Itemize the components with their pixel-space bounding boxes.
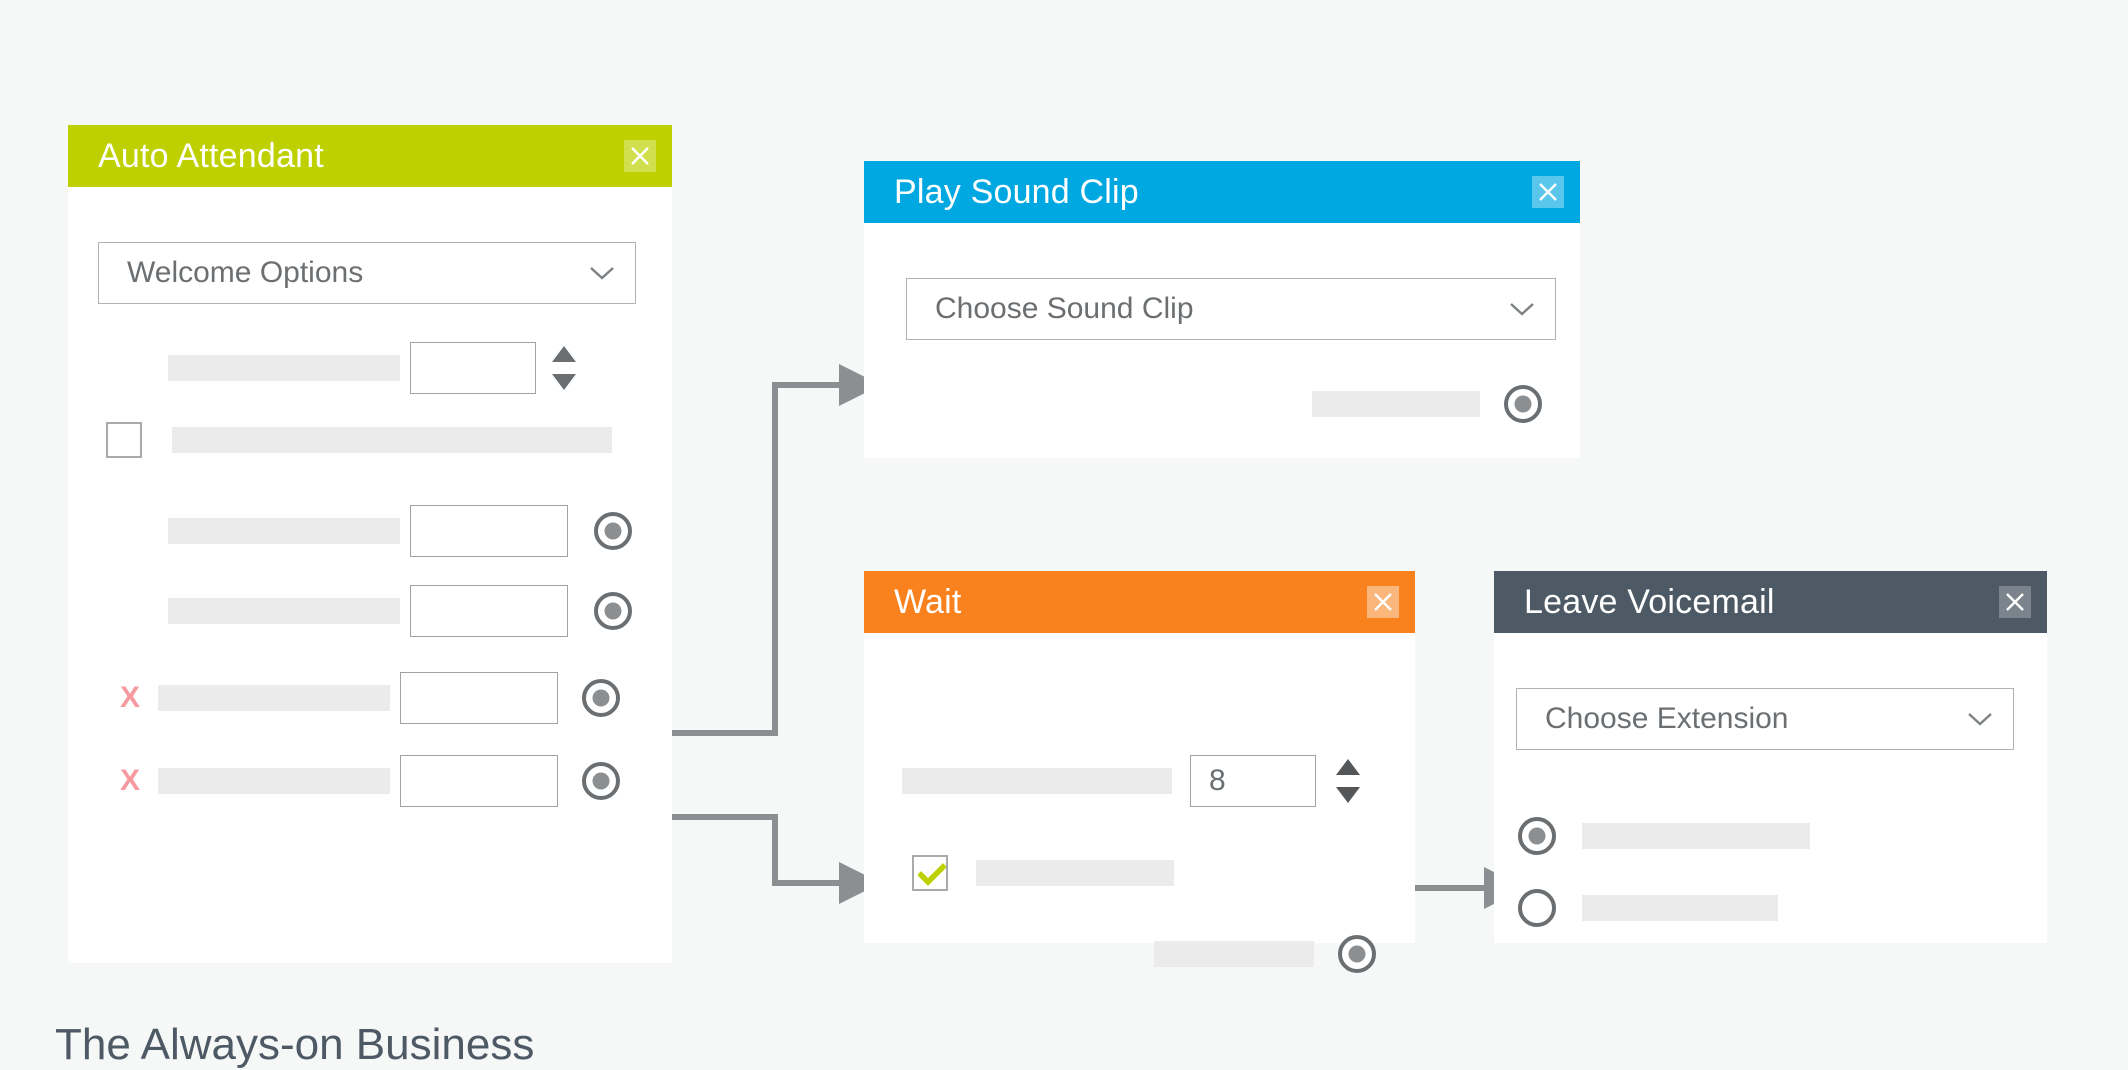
wait-output-radio[interactable] <box>1336 933 1378 975</box>
chevron-down-icon <box>1510 303 1534 316</box>
wait-output-row <box>1154 933 1378 975</box>
close-icon[interactable] <box>624 140 656 172</box>
card-play-sound-clip: Play Sound Clip Choose Sound Clip <box>864 161 1580 458</box>
chevron-down-icon <box>590 267 614 280</box>
card-wait: Wait 8 <box>864 571 1415 973</box>
play-sound-clip-output-placeholder <box>1312 391 1480 417</box>
leave-voicemail-header: Leave Voicemail <box>1494 571 2047 633</box>
row-3-input[interactable] <box>410 505 568 557</box>
leave-voicemail-option-1[interactable] <box>1516 815 1810 857</box>
wait-header: Wait <box>864 571 1415 633</box>
play-sound-clip-output-radio[interactable] <box>1502 383 1544 425</box>
flow-canvas: Auto Attendant Welcome Options X X Play … <box>0 0 2128 1069</box>
row-1-label-placeholder <box>168 355 400 381</box>
close-icon[interactable] <box>1999 586 2031 618</box>
row-4-label-placeholder <box>168 598 400 624</box>
leave-voicemail-option-2-radio[interactable] <box>1516 887 1558 929</box>
play-sound-clip-title: Play Sound Clip <box>894 173 1139 211</box>
row-5-radio[interactable] <box>580 677 622 719</box>
wait-duration-value: 8 <box>1209 764 1226 797</box>
welcome-options-value: Welcome Options <box>127 256 364 289</box>
leave-voicemail-title: Leave Voicemail <box>1524 583 1775 621</box>
row-6-radio[interactable] <box>580 760 622 802</box>
connector-aa-to-wait <box>648 814 881 904</box>
card-leave-voicemail: Leave Voicemail Choose Extension <box>1494 571 2047 943</box>
wait-duration-row: 8 <box>902 755 1362 807</box>
auto-attendant-row-1 <box>168 342 638 394</box>
row-2-checkbox[interactable] <box>106 422 142 458</box>
wait-output-placeholder <box>1154 941 1314 967</box>
wait-checkbox-row <box>912 855 1174 891</box>
card-auto-attendant: Auto Attendant Welcome Options X X <box>68 125 672 963</box>
wait-title: Wait <box>894 583 962 621</box>
row-4-radio[interactable] <box>592 590 634 632</box>
row-1-input[interactable] <box>410 342 536 394</box>
row-1-stepper[interactable] <box>550 344 578 392</box>
choose-sound-clip-dropdown[interactable]: Choose Sound Clip <box>906 278 1556 340</box>
bottom-caption: The Always-on Business <box>55 1020 535 1069</box>
row-3-radio[interactable] <box>592 510 634 552</box>
close-icon[interactable] <box>1367 586 1399 618</box>
wait-duration-label-placeholder <box>902 768 1172 794</box>
wait-duration-input[interactable]: 8 <box>1190 755 1316 807</box>
close-icon[interactable] <box>1532 176 1564 208</box>
row-2-label-placeholder <box>172 427 612 453</box>
auto-attendant-row-6: X <box>120 755 670 807</box>
wait-duration-stepper[interactable] <box>1334 757 1362 805</box>
connector-aa-to-play-sound-clip <box>648 364 881 736</box>
auto-attendant-row-5: X <box>120 672 670 724</box>
choose-extension-value: Choose Extension <box>1545 702 1789 735</box>
welcome-options-dropdown[interactable]: Welcome Options <box>98 242 636 304</box>
row-4-input[interactable] <box>410 585 568 637</box>
row-5-input[interactable] <box>400 672 559 724</box>
row-6-delete-icon[interactable]: X <box>120 766 140 796</box>
row-3-label-placeholder <box>168 518 400 544</box>
row-6-input[interactable] <box>400 755 559 807</box>
wait-checkbox[interactable] <box>912 855 948 891</box>
leave-voicemail-option-2-placeholder <box>1582 895 1778 921</box>
auto-attendant-row-2 <box>106 422 646 458</box>
chevron-down-icon <box>1968 713 1992 726</box>
auto-attendant-row-3 <box>168 505 668 557</box>
check-icon <box>918 863 946 886</box>
play-sound-clip-output-row <box>1312 383 1544 425</box>
row-5-delete-icon[interactable]: X <box>120 683 140 713</box>
auto-attendant-row-4 <box>168 585 668 637</box>
choose-sound-clip-value: Choose Sound Clip <box>935 292 1194 325</box>
choose-extension-dropdown[interactable]: Choose Extension <box>1516 688 2014 750</box>
auto-attendant-header: Auto Attendant <box>68 125 672 187</box>
wait-checkbox-label-placeholder <box>976 860 1174 886</box>
auto-attendant-title: Auto Attendant <box>98 137 324 175</box>
play-sound-clip-header: Play Sound Clip <box>864 161 1580 223</box>
leave-voicemail-option-1-radio[interactable] <box>1516 815 1558 857</box>
leave-voicemail-option-1-placeholder <box>1582 823 1810 849</box>
row-5-label-placeholder <box>158 685 391 711</box>
leave-voicemail-option-2[interactable] <box>1516 887 1778 929</box>
row-6-label-placeholder <box>158 768 391 794</box>
